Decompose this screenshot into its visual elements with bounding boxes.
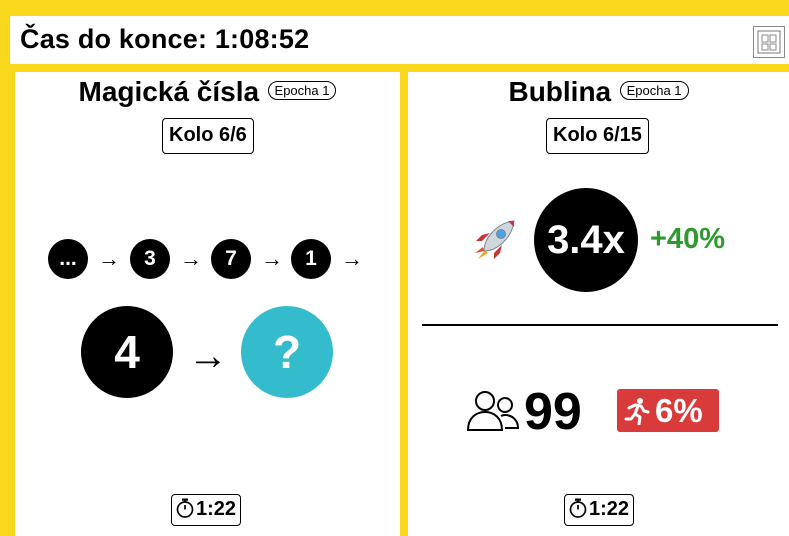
logo-icon <box>753 26 785 58</box>
timer-value: 1:22 <box>589 498 630 520</box>
round-timer: 1:22 <box>171 494 242 526</box>
sequence-arrow: → <box>261 246 283 271</box>
round-timer: 1:22 <box>564 494 635 526</box>
header-bar: Čas do konce: 1:08:52 <box>10 16 789 64</box>
running-person-icon <box>624 398 650 425</box>
player-count: 99 <box>524 383 582 441</box>
exit-percentage: 6% <box>655 392 703 429</box>
panel-title: Magická čísla <box>78 76 260 107</box>
next-arrow: → <box>188 334 228 378</box>
divider <box>422 324 778 326</box>
magic-numbers-panel: Magická čísla Epocha 1 Kolo 6/6 ... → 3 … <box>15 72 400 536</box>
users-icon <box>466 391 520 431</box>
sequence-item: 7 <box>211 239 251 279</box>
countdown-text: Čas do konce: 1:08:52 <box>20 24 310 54</box>
sequence-arrow: → <box>98 246 120 271</box>
sequence-item: 1 <box>291 239 331 279</box>
sequence-item: 3 <box>130 239 170 279</box>
epoch-badge: Epocha 1 <box>267 80 337 100</box>
multiplier-change: +40% <box>650 223 725 255</box>
panel-title: Bublina <box>508 76 612 107</box>
stopwatch-icon <box>569 498 587 518</box>
bubble-panel: Bublina Epocha 1 Kolo 6/15 3.4x +40% 99 … <box>408 72 789 536</box>
bubble-title-row: Bublina Epocha 1 <box>408 76 789 108</box>
epoch-badge: Epocha 1 <box>619 80 689 100</box>
round-counter: Kolo 6/6 <box>162 118 254 154</box>
exit-badge: 6% <box>617 389 719 432</box>
stopwatch-icon <box>176 498 194 518</box>
current-number: 4 <box>81 306 173 398</box>
rocket-icon <box>475 220 515 259</box>
sequence-arrow: → <box>180 246 202 271</box>
magic-numbers-title-row: Magická čísla Epocha 1 <box>15 76 400 108</box>
sequence-item: ... <box>48 239 88 279</box>
multiplier: 3.4x <box>534 188 638 292</box>
round-counter: Kolo 6/15 <box>546 118 649 154</box>
timer-value: 1:22 <box>196 498 237 520</box>
unknown-number: ? <box>241 306 333 398</box>
sequence-arrow: → <box>341 246 363 271</box>
